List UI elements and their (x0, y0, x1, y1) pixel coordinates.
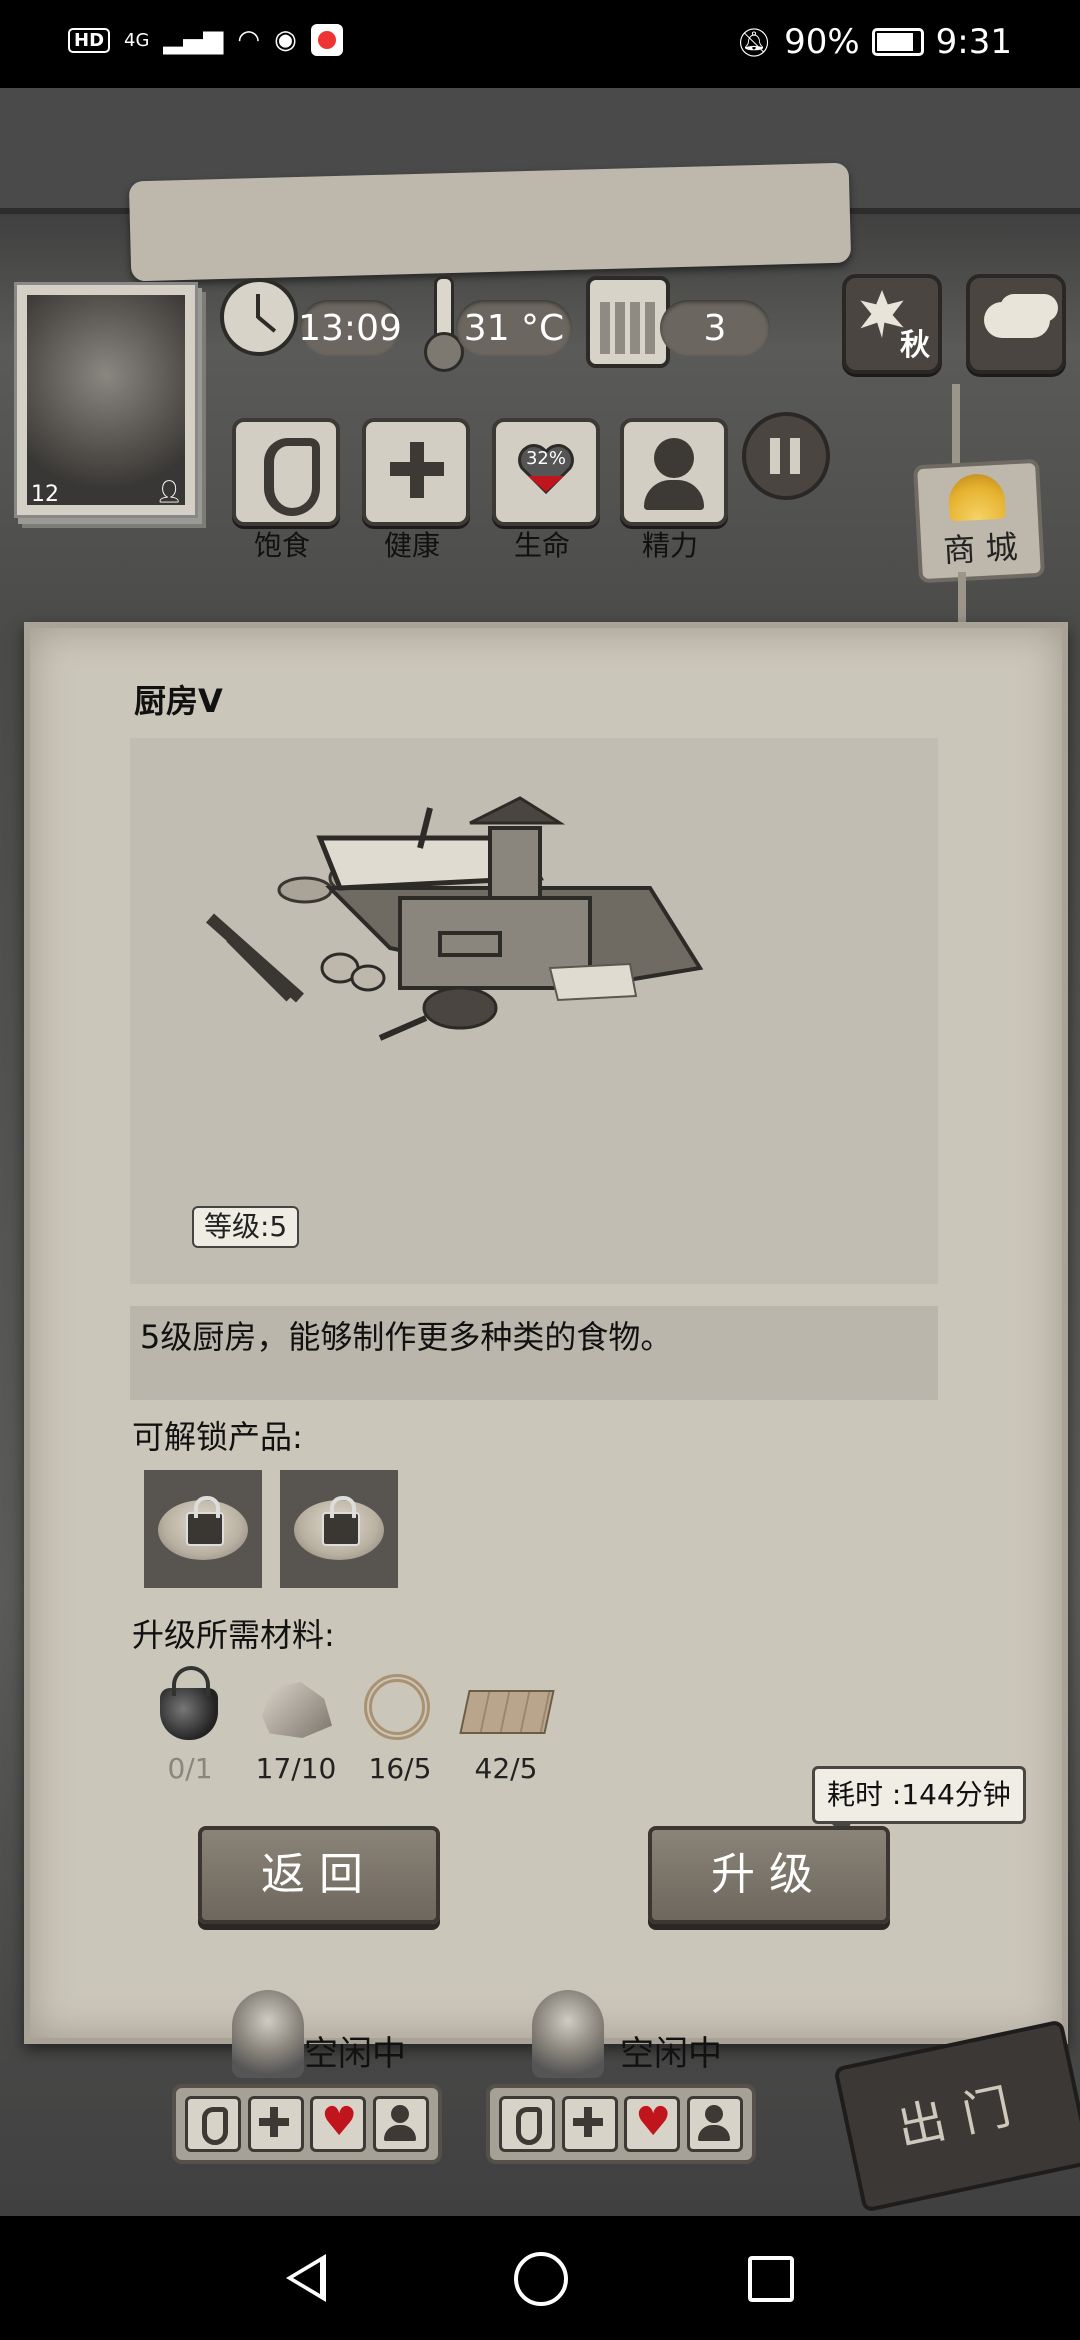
leaf-icon (860, 290, 904, 338)
rope-icon (364, 1674, 430, 1740)
stomach-icon (264, 438, 320, 516)
panel-title: 厨房V (134, 682, 223, 720)
pause-button[interactable] (742, 412, 830, 500)
stat-health[interactable] (362, 418, 470, 526)
clock-icon (220, 278, 298, 356)
lock-icon (322, 1496, 360, 1546)
lock-icon (186, 1496, 224, 1546)
season-label: 秋 (900, 328, 930, 363)
description-box: 5级厨房，能够制作更多种类的食物。 (130, 1306, 938, 1400)
stat-satiety-label: 饱食 (253, 529, 310, 562)
material-stone-count: 17/10 (255, 1752, 337, 1785)
material-stone[interactable] (248, 1668, 334, 1748)
person-icon (654, 438, 694, 478)
player-level: 12 (31, 482, 59, 507)
battery-percent: 90% (784, 22, 860, 62)
cloud-icon (984, 302, 1050, 338)
locked-product-2[interactable] (280, 1470, 398, 1588)
stat-satiety[interactable] (232, 418, 340, 526)
temperature: 31 °C (456, 300, 572, 356)
wifi-icon: ◠ (237, 25, 261, 55)
cross-icon (561, 2096, 618, 2152)
hd-indicator: HD (68, 27, 111, 53)
material-pot[interactable] (146, 1666, 232, 1748)
stat-life[interactable]: 32% (492, 418, 600, 526)
stat-energy-label: 精力 (641, 529, 698, 562)
weather-button[interactable] (966, 274, 1066, 374)
survivor-2-status: 空闲中 (620, 2034, 722, 2074)
back-triangle-icon[interactable] (286, 2254, 326, 2302)
stat-energy[interactable] (620, 418, 728, 526)
building-description: 5级厨房，能够制作更多种类的食物。 (140, 1318, 673, 1356)
shop-button[interactable]: 商 城 (912, 458, 1046, 584)
time-cost-tooltip: 耗时 :144分钟 (812, 1766, 1026, 1837)
cross-icon (247, 2096, 304, 2152)
material-pot-count: 0/1 (167, 1752, 213, 1785)
system-nav-bar (0, 2216, 1080, 2340)
stat-health-label: 健康 (383, 529, 440, 562)
plank-icon (459, 1690, 555, 1734)
locked-product-1[interactable] (144, 1470, 262, 1588)
person-icon (686, 2096, 743, 2152)
status-bar: HD 4G ▂▄▆ ◠ ◉ 🔕︎ 90% 9:31 (0, 0, 1080, 88)
person-icon (372, 2096, 429, 2152)
stomach-icon (185, 2096, 242, 2152)
eye-icon: ◉ (274, 25, 297, 55)
clock-time: 9:31 (935, 22, 1012, 62)
home-circle-icon[interactable] (514, 2252, 568, 2306)
player-portrait[interactable]: 12 👤︎ (14, 282, 198, 518)
heart-icon (624, 2096, 681, 2152)
mute-icon: 🔕︎ (736, 25, 773, 59)
upgrade-materials-label: 升级所需材料: (132, 1616, 335, 1654)
calendar-icon (586, 276, 670, 368)
material-rope[interactable] (354, 1668, 440, 1748)
survivor-2-avatar[interactable] (532, 1990, 604, 2078)
kitchen-stove-icon (206, 796, 704, 1041)
survivor-1-avatar[interactable] (232, 1990, 304, 2078)
game-clock: 13:09 (298, 300, 402, 356)
survivor-1-status: 空闲中 (304, 2034, 406, 2074)
material-rope-count: 16/5 (368, 1752, 432, 1785)
material-plank[interactable] (459, 1668, 555, 1748)
hud-wood-bar (128, 162, 852, 282)
season-button[interactable]: 秋 (842, 274, 942, 374)
stone-icon (261, 1682, 332, 1738)
stat-life-label: 生命 (513, 529, 570, 562)
survivor-2-stats[interactable] (486, 2084, 756, 2164)
recent-apps-icon[interactable] (748, 2256, 794, 2302)
survivor-1-stats[interactable] (172, 2084, 442, 2164)
unlock-products-label: 可解锁产品: (132, 1418, 303, 1456)
signal-bars-icon: ▂▄▆ (163, 25, 224, 55)
stomach-icon (499, 2096, 556, 2152)
life-percent: 32% (525, 448, 566, 469)
team-icon: 👤︎ (155, 480, 183, 505)
shop-label: 商 城 (942, 528, 1019, 570)
app-notification-icon (310, 24, 343, 56)
battery-icon (871, 28, 924, 56)
pot-icon (160, 1666, 218, 1740)
thermometer-icon (424, 276, 464, 372)
shop-rope (952, 384, 960, 464)
material-plank-count: 42/5 (474, 1752, 538, 1785)
player-avatar (27, 295, 185, 505)
building-level-tag: 等级:5 (192, 1206, 300, 1248)
upgrade-button[interactable]: 升级 (648, 1826, 890, 1924)
kitchen-illustration (130, 738, 938, 1284)
cross-icon (390, 442, 444, 498)
signal-indicator: 4G (124, 29, 150, 51)
back-button[interactable]: 返回 (198, 1826, 440, 1924)
heart-icon (310, 2096, 367, 2152)
shell-icon (947, 472, 1006, 522)
day-counter: 3 (660, 300, 770, 356)
